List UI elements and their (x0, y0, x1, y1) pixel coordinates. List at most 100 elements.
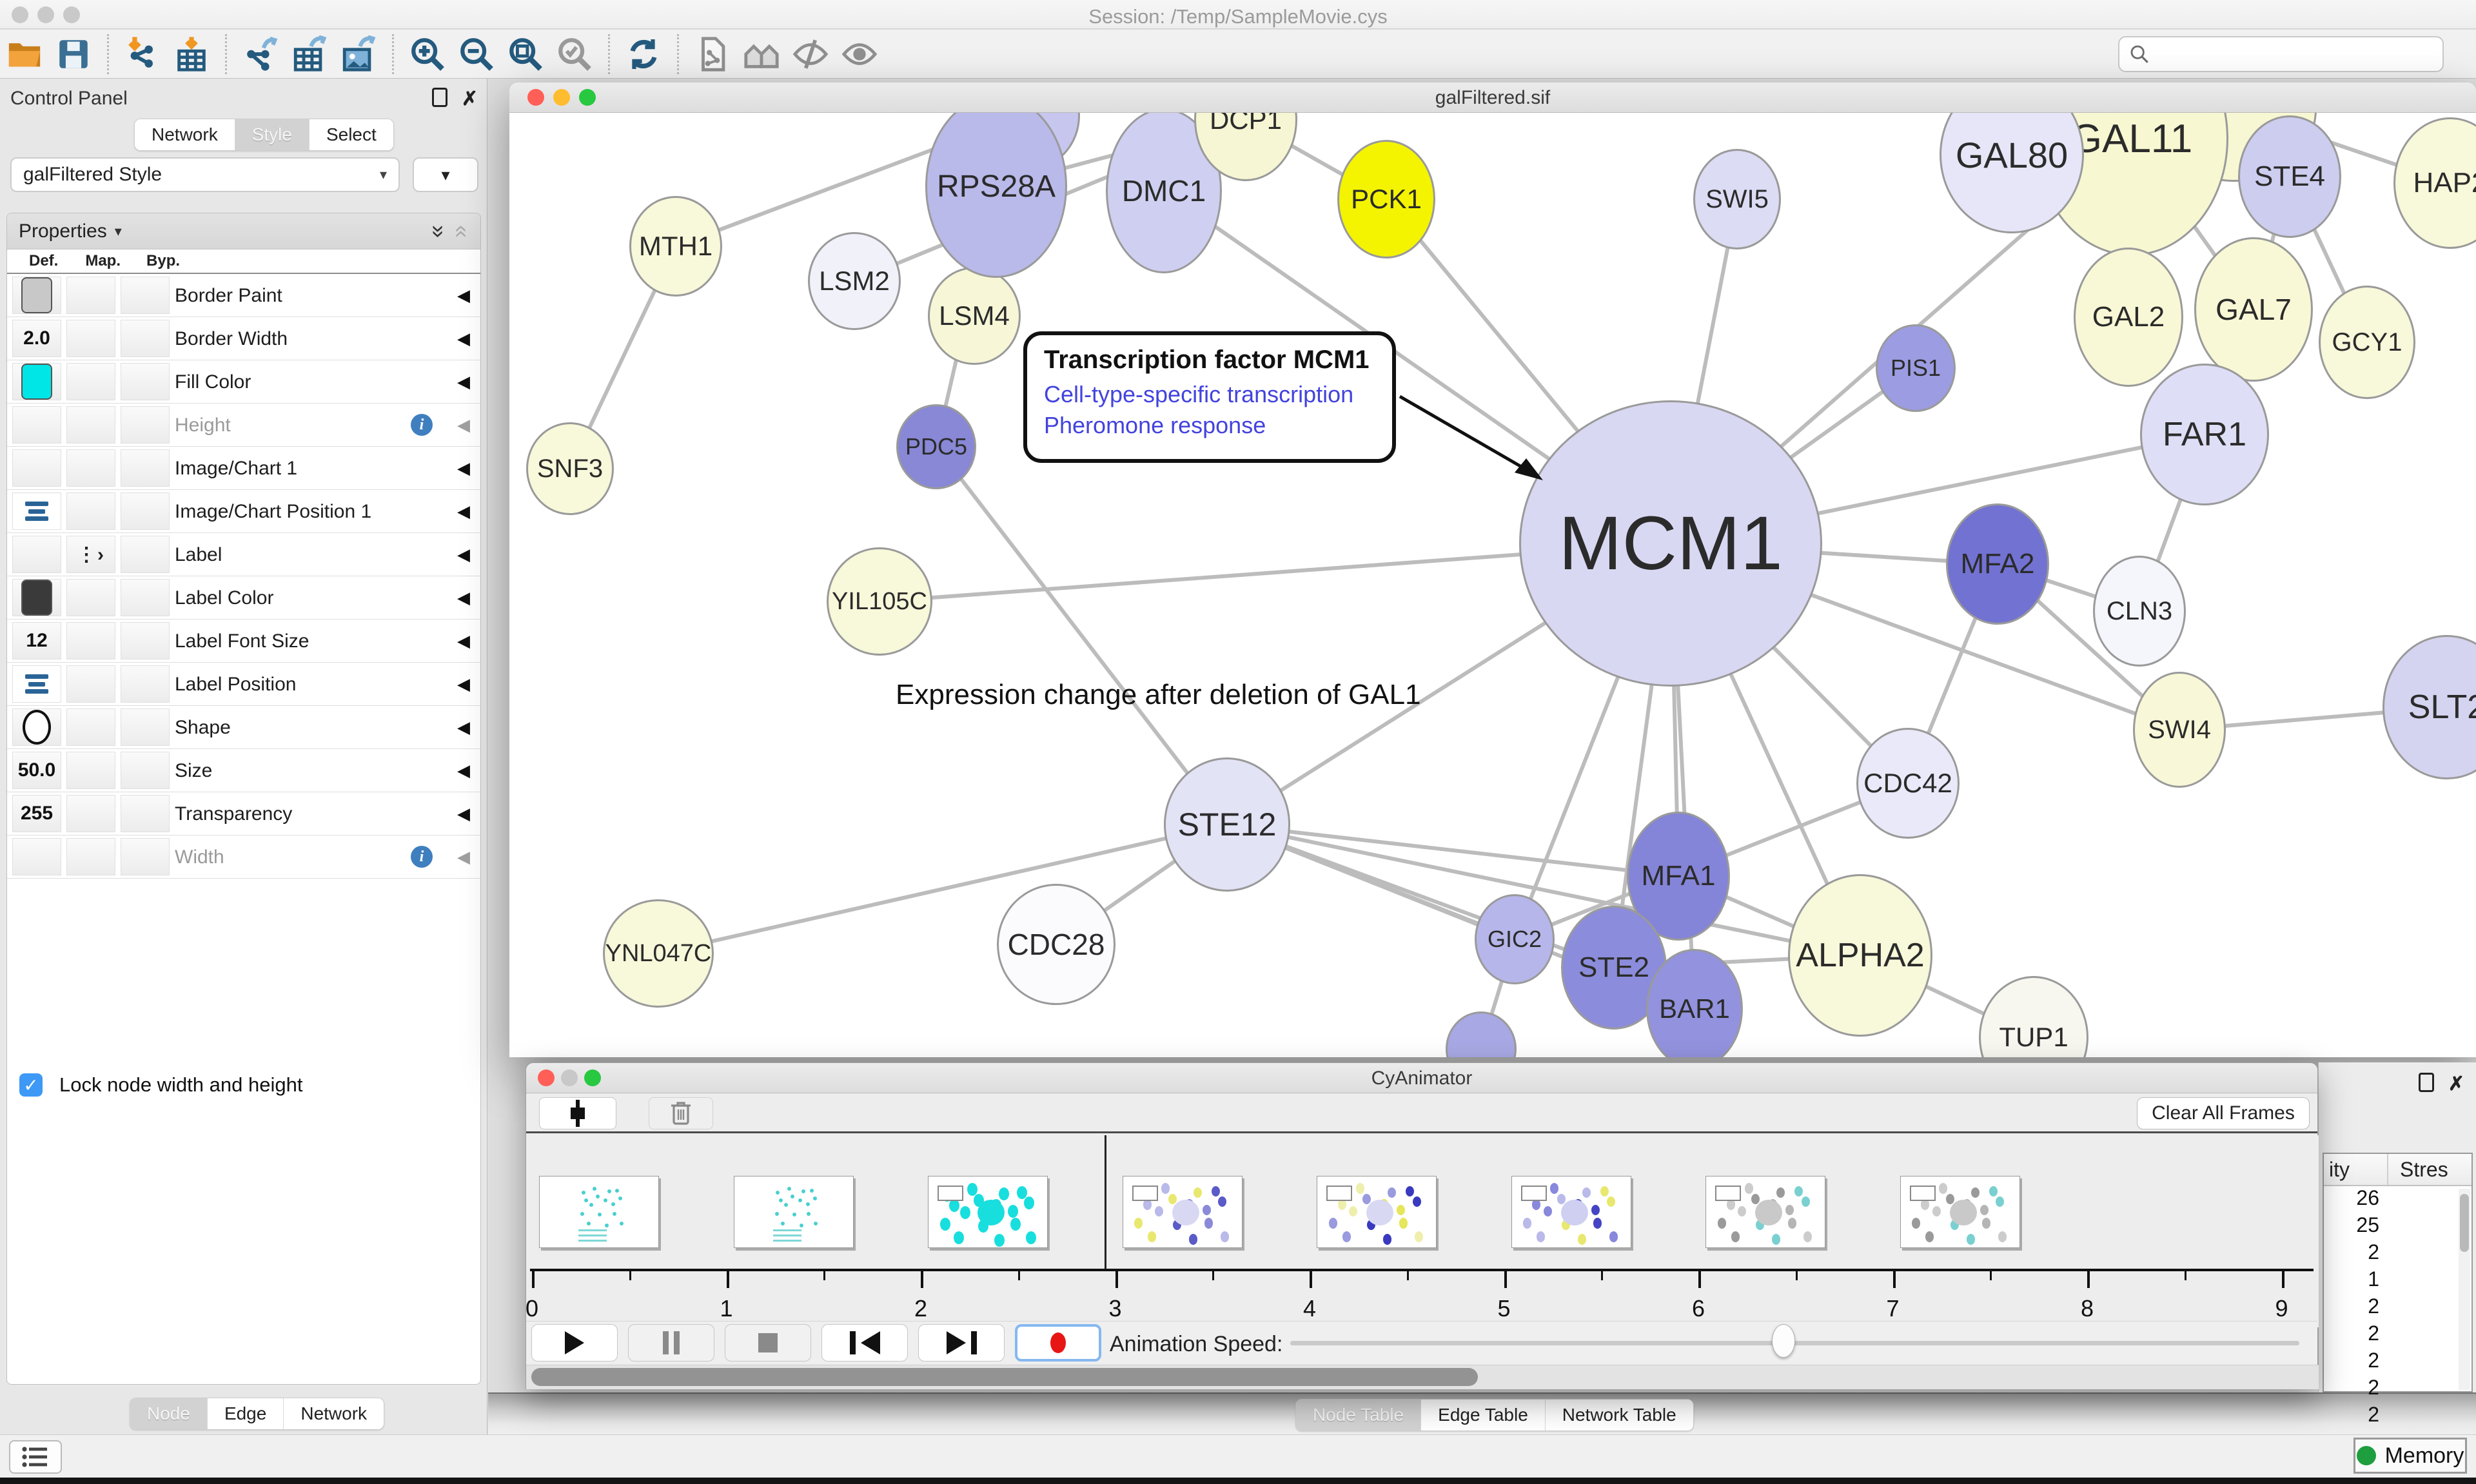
expand-property-arrow[interactable]: ◀ (457, 447, 470, 490)
expand-property-arrow[interactable]: ◀ (457, 835, 470, 879)
table-row[interactable]: 2 (2324, 1349, 2471, 1376)
refresh-view-button[interactable] (619, 32, 668, 76)
graph-node-lsm2[interactable]: LSM2 (808, 232, 901, 330)
table-scrollbar-thumb[interactable] (2460, 1194, 2469, 1252)
open-session-button[interactable] (0, 32, 49, 76)
graph-node-far1[interactable]: FAR1 (2140, 364, 2269, 505)
timeline-frame-3[interactable] (1123, 1176, 1243, 1248)
import-table-button[interactable] (167, 32, 216, 76)
graph-node-yil105c[interactable]: YIL105C (827, 547, 932, 656)
property-row-shape[interactable]: Shape◀ (7, 706, 480, 749)
graph-node-mfa2[interactable]: MFA2 (1946, 503, 2049, 625)
canvas-caption[interactable]: Expression change after deletion of GAL1 (896, 679, 1421, 711)
clear-all-frames-button[interactable]: Clear All Frames (2137, 1097, 2310, 1129)
search-input[interactable] (2157, 43, 2428, 65)
timeline[interactable]: 0123456789 Seconds (526, 1135, 2319, 1327)
export-table-button[interactable] (285, 32, 334, 76)
style-options-button[interactable]: ▾ (413, 157, 478, 192)
graph-node-pdc5[interactable]: PDC5 (896, 404, 976, 489)
caret-down-icon[interactable]: ▾ (115, 223, 122, 240)
expand-property-arrow[interactable]: ◀ (457, 792, 470, 835)
style-selector[interactable]: galFiltered Style ▾ (10, 157, 400, 192)
export-network-button[interactable] (236, 32, 285, 76)
expand-property-arrow[interactable]: ◀ (457, 706, 470, 749)
float-panel-icon[interactable] (2419, 1073, 2434, 1092)
expand-property-arrow[interactable]: ◀ (457, 663, 470, 706)
skip-start-button[interactable] (821, 1324, 908, 1362)
graph-node-gal2[interactable]: GAL2 (2074, 248, 2183, 387)
property-row-label-color[interactable]: Label Color◀ (7, 576, 480, 620)
graph-node-mcm1[interactable]: MCM1 (1519, 400, 1822, 687)
expand-property-arrow[interactable]: ◀ (457, 490, 470, 533)
timeline-frame-0[interactable] (539, 1176, 659, 1248)
tab-network[interactable]: Network (135, 119, 235, 150)
expand-property-arrow[interactable]: ◀ (457, 576, 470, 620)
discrete-mapping-icon[interactable]: ⋮› (77, 543, 105, 566)
expand-property-arrow[interactable]: ◀ (457, 533, 470, 576)
delete-frame-button[interactable] (649, 1097, 713, 1129)
table-row[interactable]: 2 (2324, 1294, 2471, 1322)
save-session-button[interactable] (49, 32, 98, 76)
default-value[interactable]: 50.0 (18, 759, 55, 781)
default-value[interactable]: 2.0 (23, 327, 50, 349)
graph-node-cdc28[interactable]: CDC28 (997, 884, 1115, 1005)
default-swatch[interactable] (21, 277, 52, 313)
property-row-border-width[interactable]: 2.0Border Width◀ (7, 317, 480, 360)
timeline-frame-7[interactable] (1900, 1176, 2020, 1248)
graph-node-pck1[interactable]: PCK1 (1337, 140, 1435, 259)
task-history-button[interactable] (9, 1440, 62, 1474)
expand-property-arrow[interactable]: ◀ (457, 274, 470, 317)
default-value[interactable]: 12 (26, 630, 47, 652)
property-row-image-chart-position-1[interactable]: Image/Chart Position 1◀ (7, 490, 480, 533)
float-panel-icon[interactable] (432, 88, 447, 107)
memory-button[interactable]: Memory (2353, 1438, 2467, 1474)
welcome-screen-button[interactable] (737, 32, 786, 76)
zoom-fit-button[interactable] (501, 32, 550, 76)
play-button[interactable] (531, 1324, 618, 1362)
tab-select[interactable]: Select (310, 119, 393, 150)
expand-property-arrow[interactable]: ◀ (457, 404, 470, 447)
expand-property-arrow[interactable]: ◀ (457, 620, 470, 663)
graph-node-ste12[interactable]: STE12 (1164, 757, 1290, 892)
table-row[interactable]: 2 (2324, 1240, 2471, 1267)
graph-node-lsm4[interactable]: LSM4 (928, 267, 1021, 365)
property-row-transparency[interactable]: 255Transparency◀ (7, 792, 480, 835)
table-row[interactable]: 1 (2324, 1267, 2471, 1294)
zoom-out-button[interactable] (452, 32, 501, 76)
graph-node-swi4[interactable]: SWI4 (2133, 672, 2226, 788)
show-all-button[interactable] (835, 32, 884, 76)
property-row-image-chart-1[interactable]: Image/Chart 1◀ (7, 447, 480, 490)
cyanimator-titlebar[interactable]: CyAnimator (526, 1063, 2317, 1093)
timeline-frame-1[interactable] (734, 1176, 854, 1248)
add-frame-button[interactable] (539, 1097, 616, 1129)
timeline-frame-2[interactable] (928, 1176, 1048, 1248)
network-from-selection-button[interactable] (688, 32, 737, 76)
graph-node-gcy1[interactable]: GCY1 (2319, 286, 2415, 399)
graph-node-cln3[interactable]: CLN3 (2093, 556, 2186, 667)
tab-node-style[interactable]: Node (130, 1398, 208, 1429)
graph-node-gal7[interactable]: GAL7 (2194, 237, 2313, 382)
annotation-box[interactable]: Transcription factor MCM1 Cell-type-spec… (1023, 331, 1396, 463)
table-row[interactable]: 25 (2324, 1213, 2471, 1240)
network-window-titlebar[interactable]: galFiltered.sif (509, 83, 2476, 113)
speed-slider-thumb[interactable] (1772, 1324, 1795, 1358)
pause-button[interactable] (628, 1324, 714, 1362)
tab-network-style[interactable]: Network (284, 1398, 384, 1429)
default-value[interactable]: 255 (21, 803, 53, 825)
position-icon[interactable] (25, 674, 48, 694)
collapse-all-icon[interactable]: « (449, 224, 476, 237)
close-panel-icon[interactable]: ✗ (2448, 1073, 2464, 1095)
property-row-label-position[interactable]: Label Position◀ (7, 663, 480, 706)
timeline-scrollbar[interactable] (526, 1365, 2319, 1389)
graph-node-alpha2[interactable]: ALPHA2 (1788, 874, 1932, 1037)
position-icon[interactable] (25, 502, 48, 521)
ellipse-shape-icon[interactable] (23, 710, 51, 745)
graph-node-gic2[interactable]: GIC2 (1475, 894, 1555, 984)
table-row[interactable]: 2 (2324, 1403, 2471, 1430)
import-network-button[interactable] (118, 32, 167, 76)
property-row-label-font-size[interactable]: 12Label Font Size◀ (7, 620, 480, 663)
tab-node-table[interactable]: Node Table (1296, 1400, 1421, 1430)
property-row-width[interactable]: Widthi◀ (7, 835, 480, 879)
network-canvas[interactable]: Transcription factor MCM1 Cell-type-spec… (509, 113, 2476, 1057)
graph-node-ynl047c[interactable]: YNL047C (603, 899, 714, 1008)
